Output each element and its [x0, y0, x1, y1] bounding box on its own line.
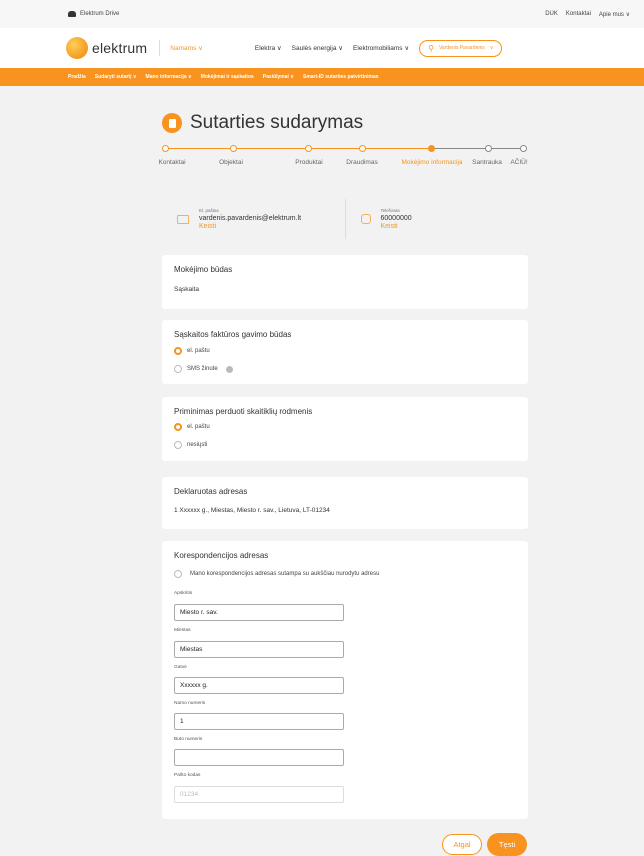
- declared-address-card: Deklaruotas adresas 1 Xxxxxx g., Miestas…: [162, 477, 528, 529]
- street-input[interactable]: Xxxxxx g.: [174, 677, 344, 694]
- logo-icon: [66, 37, 88, 59]
- faq-link[interactable]: DUK: [545, 11, 558, 18]
- email-value: vardenis.pavardenis@elektrum.lt: [199, 215, 302, 222]
- email-change-link[interactable]: Keisti: [199, 223, 301, 230]
- apartment-number-input[interactable]: [174, 749, 344, 766]
- car-icon: [68, 11, 76, 17]
- nav-elektra[interactable]: Elektra ∨: [255, 44, 282, 52]
- invoice-option-sms[interactable]: SMS žinute: [174, 365, 233, 373]
- drive-label: Elektrum Drive: [80, 11, 120, 17]
- payment-method-card: Mokėjimo būdas Sąskaita: [162, 255, 528, 309]
- county-label: Apskritis: [174, 591, 193, 596]
- checkbox-unchecked[interactable]: [174, 570, 182, 578]
- continue-button[interactable]: Tęsti: [487, 833, 527, 856]
- invoice-option-email[interactable]: el. paštu: [174, 347, 210, 355]
- nav-saules-energija[interactable]: Saulės energija ∨: [292, 44, 343, 52]
- contacts-link[interactable]: Kontaktai: [566, 11, 591, 18]
- phone-label: Telefonas: [380, 208, 400, 213]
- reminder-option-none[interactable]: nesiųsti: [174, 441, 207, 449]
- email-icon: [177, 214, 189, 224]
- payment-method-value: Sąskaita: [174, 286, 199, 293]
- apartment-number-label: Buto numeris: [174, 737, 203, 742]
- phone-icon: [360, 214, 371, 224]
- meter-reminder-title: Priminimas perduoti skaitiklių rodmenis: [174, 407, 313, 416]
- document-icon: [162, 113, 182, 133]
- stepper-line-done: [166, 148, 434, 149]
- nav-elektromobiliams[interactable]: Elektromobiliams ∨: [353, 44, 409, 52]
- stepper-line-todo: [434, 148, 526, 149]
- segment-dropdown[interactable]: Namams ∨: [170, 44, 203, 52]
- postal-code-input[interactable]: 01234: [174, 786, 344, 803]
- phone-change-link[interactable]: Keisti: [381, 223, 412, 230]
- page-title: Sutarties sudarymas: [190, 112, 364, 133]
- payment-method-title: Mokėjimo būdas: [174, 265, 233, 274]
- contact-summary: El. paštas vardenis.pavardenis@elektrum.…: [162, 197, 528, 241]
- back-button[interactable]: Atgal: [442, 834, 482, 855]
- user-menu-button[interactable]: ⚲ Vardenis Pavardenis ∨: [419, 39, 503, 57]
- house-number-label: Namo numeris: [174, 701, 206, 706]
- subnav-sudaryti-sutarti[interactable]: Sudaryti sutartį ∨: [95, 74, 137, 80]
- same-address-checkbox[interactable]: Mano korespondencijos adresas sutampa su…: [174, 570, 379, 578]
- elektrum-logo[interactable]: elektrum: [66, 37, 147, 59]
- subnav-smart-id[interactable]: Smart-ID sutarties patvirtinimas: [303, 74, 379, 80]
- city-input[interactable]: Miestas: [174, 641, 344, 658]
- invoice-delivery-title: Sąskaitos faktūros gavimo būdas: [174, 330, 292, 339]
- header-divider: [159, 40, 161, 56]
- street-label: Gatvė: [174, 665, 187, 670]
- drive-link[interactable]: Elektrum Drive: [68, 11, 119, 17]
- info-icon[interactable]: [225, 365, 233, 373]
- chevron-down-icon: ∨: [489, 45, 494, 51]
- subnav-mano-informacija[interactable]: Mano informacija ∨: [146, 74, 192, 80]
- user-icon: ⚲: [428, 43, 434, 53]
- phone-value: 60000000: [380, 215, 412, 222]
- county-input[interactable]: Miesto r. sav.: [174, 604, 344, 621]
- invoice-delivery-card: Sąskaitos faktūros gavimo būdas el. pašt…: [162, 320, 528, 384]
- subnav-pasiulymai[interactable]: Pasiūlymai ∨: [263, 74, 294, 80]
- subnav-mokejimai[interactable]: Mokėjimai ir sąskaitos: [201, 74, 254, 80]
- house-number-input[interactable]: 1: [174, 713, 344, 730]
- secondary-nav: Pradžia Sudaryti sutartį ∨ Mano informac…: [0, 68, 644, 86]
- subnav-pradzia[interactable]: Pradžia: [68, 74, 86, 80]
- reminder-option-email[interactable]: el. paštu: [174, 423, 210, 431]
- email-label: El. paštas: [199, 208, 219, 213]
- top-bar: Elektrum Drive DUK Kontaktai Apie mus ∨: [0, 0, 644, 28]
- declared-address-title: Deklaruotas adresas: [174, 487, 248, 496]
- correspondence-address-title: Korespondencijos adresas: [174, 551, 269, 560]
- page-header: Sutarties sudarymas: [162, 112, 363, 134]
- about-link[interactable]: Apie mus ∨: [599, 11, 630, 18]
- radio-selected[interactable]: [174, 347, 182, 355]
- postal-code-label: Pašto kodas: [174, 773, 201, 778]
- progress-stepper: Kontaktai Objektai Produktai Draudimas M…: [158, 143, 528, 173]
- correspondence-address-card: Korespondencijos adresas Mano koresponde…: [162, 541, 528, 819]
- radio-unselected[interactable]: [174, 365, 182, 373]
- radio-selected[interactable]: [174, 423, 182, 431]
- main-header: elektrum Namams ∨ Elektra ∨ Saulės energ…: [0, 28, 644, 68]
- declared-address-value: 1 Xxxxxx g., Miestas, Miesto r. sav., Li…: [174, 507, 330, 514]
- city-label: Miestas: [174, 628, 191, 633]
- radio-unselected[interactable]: [174, 441, 182, 449]
- meter-reminder-card: Priminimas perduoti skaitiklių rodmenis …: [162, 397, 528, 461]
